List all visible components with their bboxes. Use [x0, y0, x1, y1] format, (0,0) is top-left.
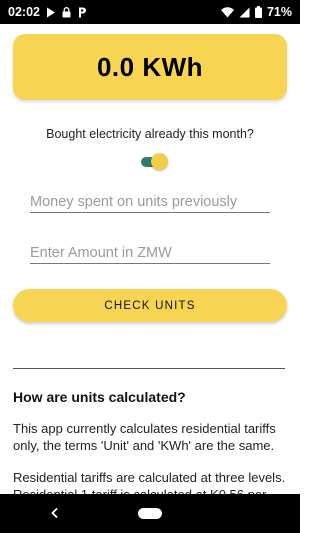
bought-electricity-question: Bought electricity already this month? — [46, 127, 254, 141]
info-paragraph-1: This app currently calculates residentia… — [13, 421, 276, 453]
home-pill-icon[interactable] — [138, 508, 162, 519]
bought-electricity-toggle[interactable] — [141, 153, 168, 171]
back-icon[interactable] — [50, 506, 59, 524]
status-bar: 02:02 71% — [0, 0, 300, 24]
navigation-bar — [0, 494, 300, 533]
units-result-value: 0.0 KWh — [96, 51, 204, 82]
section-divider — [13, 368, 285, 369]
info-heading: How are units calculated? — [13, 389, 186, 405]
status-time: 02:02 — [8, 5, 40, 19]
units-result-card: 0.0 KWh — [13, 34, 287, 100]
battery-icon — [254, 6, 262, 18]
p-notification-icon — [77, 7, 87, 18]
battery-percent: 71% — [266, 5, 292, 19]
signal-icon — [239, 7, 250, 18]
money-spent-input[interactable] — [30, 192, 270, 213]
lock-icon — [62, 6, 71, 18]
toggle-thumb — [151, 153, 168, 170]
check-units-button[interactable]: CHECK UNITS — [13, 289, 287, 322]
wifi-icon — [220, 6, 234, 18]
amount-zmw-input[interactable] — [30, 243, 270, 264]
play-store-icon — [46, 7, 56, 18]
